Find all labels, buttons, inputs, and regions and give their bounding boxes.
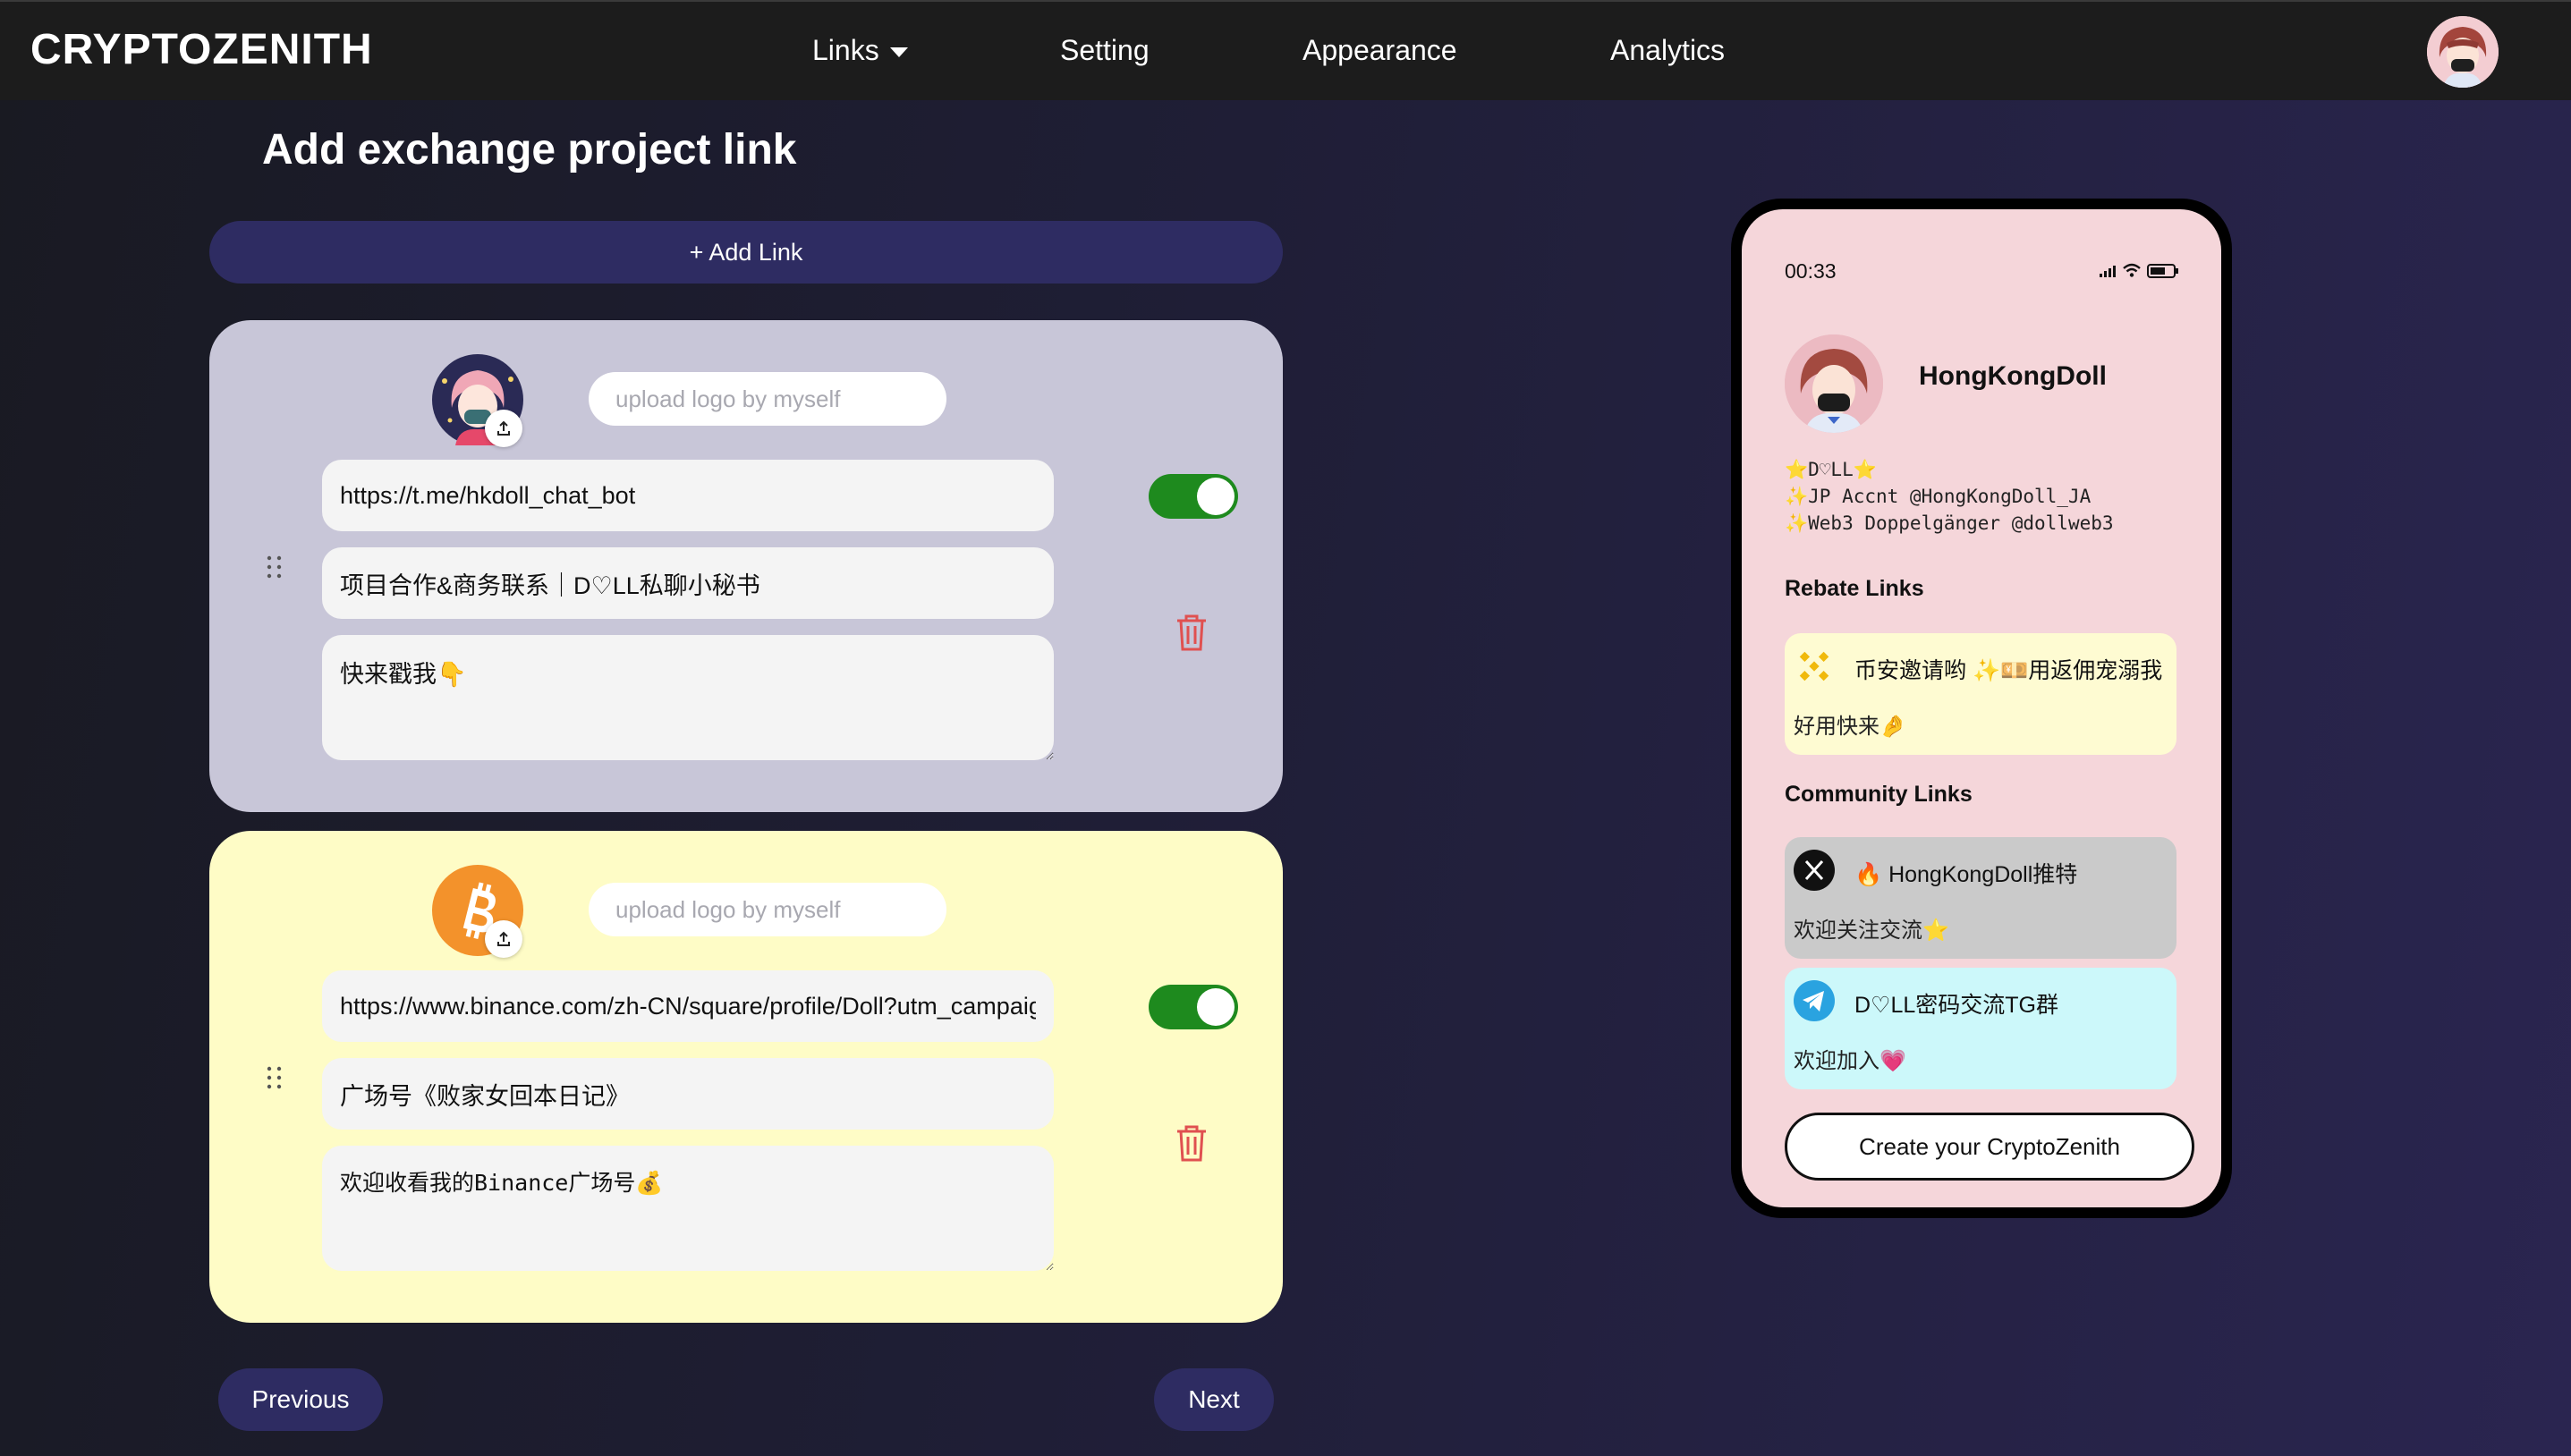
rebate-links-heading: Rebate Links <box>1785 576 1924 601</box>
link-enabled-toggle[interactable] <box>1149 474 1238 519</box>
profile-avatar-illustration <box>1785 334 1883 433</box>
link-card-binance-square: 欢迎收看我的Binance广场号💰 <box>209 831 1283 1323</box>
link-description-textarea[interactable]: 快来戳我👇 <box>322 635 1054 760</box>
status-time: 00:33 <box>1785 259 1837 283</box>
nav-setting[interactable]: Setting <box>1060 34 1150 67</box>
previous-button[interactable]: Previous <box>218 1368 383 1431</box>
link-enabled-toggle[interactable] <box>1149 985 1238 1029</box>
brand-logo[interactable]: CRYPTOZENITH <box>30 25 373 74</box>
preview-link-title: 🔥 HongKongDoll推特 <box>1854 862 2078 887</box>
nav-analytics[interactable]: Analytics <box>1610 34 1725 67</box>
telegram-icon <box>1794 980 1835 1021</box>
upload-logo-button[interactable] <box>485 920 522 958</box>
upload-logo-input[interactable] <box>589 883 946 936</box>
binance-icon <box>1799 651 1829 681</box>
upload-logo-button[interactable] <box>485 410 522 447</box>
profile-avatar <box>1785 334 1883 433</box>
preview-link-description: 欢迎加入💗 <box>1794 1049 1906 1073</box>
toggle-knob <box>1197 988 1235 1026</box>
preview-link-description: 好用快来🤌 <box>1794 715 1906 739</box>
chevron-down-icon <box>889 47 908 58</box>
create-cryptozenith-button[interactable]: Create your CryptoZenith <box>1785 1113 2194 1181</box>
profile-bio: ⭐D♡LL⭐ ✨JP Accnt @HongKongDoll_JA ✨Web3 … <box>1785 459 2114 534</box>
upload-icon <box>497 420 510 436</box>
link-url-input[interactable] <box>322 970 1054 1042</box>
nav-links-label: Links <box>812 34 879 66</box>
battery-icon <box>2147 264 2178 278</box>
add-link-button[interactable]: + Add Link <box>209 221 1283 284</box>
phone-preview-frame: 00:33 HongKongDoll ⭐D♡LL⭐ ✨JP Accnt @Hon… <box>1731 199 2232 1218</box>
link-description-textarea[interactable]: 欢迎收看我的Binance广场号💰 <box>322 1146 1054 1271</box>
link-card-telegram-bot: 快来戳我👇 <box>209 320 1283 812</box>
nav-links-dropdown[interactable]: Links <box>812 34 908 67</box>
trash-icon[interactable] <box>1174 612 1209 653</box>
top-navbar: CRYPTOZENITH Links Setting Appearance An… <box>0 0 2571 100</box>
preview-community-link-telegram[interactable]: D♡LL密码交流TG群 欢迎加入💗 <box>1785 968 2176 1089</box>
drag-handle-icon[interactable] <box>265 1065 284 1090</box>
preview-link-title: 币安邀请哟 ✨💴用返佣宠溺我 <box>1854 658 2163 683</box>
signal-icon <box>2100 266 2116 277</box>
next-button[interactable]: Next <box>1154 1368 1274 1431</box>
preview-rebate-link-binance[interactable]: 币安邀请哟 ✨💴用返佣宠溺我 好用快来🤌 <box>1785 633 2176 755</box>
link-title-input[interactable] <box>322 1058 1054 1130</box>
link-title-input[interactable] <box>322 547 1054 619</box>
wifi-icon <box>2123 263 2141 277</box>
page-title: Add exchange project link <box>262 126 797 174</box>
toggle-knob <box>1197 478 1235 515</box>
avatar-illustration <box>2427 16 2499 88</box>
preview-link-description: 欢迎关注交流⭐ <box>1794 918 1949 943</box>
community-links-heading: Community Links <box>1785 782 1973 807</box>
link-url-input[interactable] <box>322 460 1054 531</box>
drag-handle-icon[interactable] <box>265 554 284 580</box>
phone-preview-screen: 00:33 HongKongDoll ⭐D♡LL⭐ ✨JP Accnt @Hon… <box>1742 209 2221 1207</box>
upload-icon <box>497 931 510 946</box>
nav-appearance[interactable]: Appearance <box>1302 34 1457 67</box>
preview-community-link-x[interactable]: 🔥 HongKongDoll推特 欢迎关注交流⭐ <box>1785 837 2176 959</box>
upload-logo-input[interactable] <box>589 372 946 426</box>
x-icon <box>1794 850 1835 891</box>
profile-name: HongKongDoll <box>1919 361 2107 391</box>
status-bar-icons <box>2100 263 2178 278</box>
trash-icon[interactable] <box>1174 1122 1209 1164</box>
preview-link-title: D♡LL密码交流TG群 <box>1854 993 2058 1018</box>
user-avatar[interactable] <box>2427 16 2499 88</box>
